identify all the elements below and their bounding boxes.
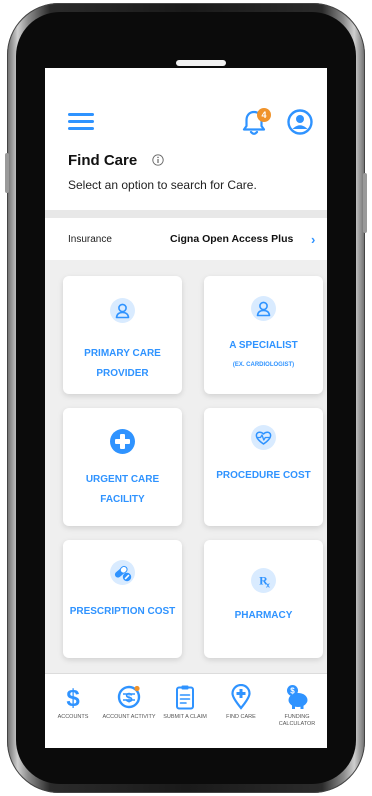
prescription-cost-tile[interactable]: PRESCRIPTION COST	[63, 540, 182, 658]
piggy-bank-icon: $	[287, 685, 308, 709]
pharmacy-tile[interactable]: R x PHARMACY	[204, 540, 323, 658]
heart-monitor-icon	[251, 425, 276, 450]
nav-submit-claim[interactable]: SUBMIT A CLAIM	[157, 674, 213, 748]
bottom-navigation: $ ACCOUNTS $ ACCOUNT ACTIVITY SUBMIT A C…	[45, 673, 327, 748]
insurance-plan-name: Cigna Open Access Plus	[170, 233, 294, 245]
profile-icon[interactable]	[287, 109, 313, 135]
phone-speaker	[176, 60, 226, 66]
nav-label: ACCOUNTS	[57, 714, 89, 720]
svg-text:$: $	[290, 687, 295, 696]
specialist-tile[interactable]: A SPECIALIST (EX. CARDIOLOGIST)	[204, 276, 323, 394]
page-title: Find Care	[68, 152, 138, 169]
location-pin-icon	[231, 684, 251, 710]
section-divider	[45, 210, 327, 218]
tile-label: PRIMARY CARE PROVIDER	[84, 348, 161, 379]
urgent-care-facility-tile[interactable]: URGENT CARE FACILITY	[63, 408, 182, 526]
tile-label: PROCEDURE COST	[216, 470, 311, 481]
primary-care-provider-tile[interactable]: PRIMARY CARE PROVIDER	[63, 276, 182, 394]
nav-label: FUNDING CALCULATOR	[278, 714, 316, 727]
clipboard-icon	[176, 685, 194, 710]
specialist-icon	[251, 296, 276, 321]
svg-text:$: $	[66, 685, 80, 710]
nav-find-care[interactable]: FIND CARE	[213, 674, 269, 748]
tile-label: PRESCRIPTION COST	[69, 606, 176, 617]
chevron-right-icon: ›	[311, 232, 316, 247]
doctor-icon	[110, 298, 135, 323]
phone-side-button	[363, 173, 367, 233]
medical-cross-icon	[110, 429, 135, 454]
hamburger-menu-icon[interactable]	[68, 113, 94, 130]
tile-label: A SPECIALIST	[229, 340, 298, 351]
svg-text:x: x	[266, 583, 270, 590]
tile-label: URGENT CARE FACILITY	[85, 474, 160, 505]
nav-account-activity[interactable]: $ ACCOUNT ACTIVITY	[101, 674, 157, 748]
insurance-label: Insurance	[68, 234, 112, 245]
tile-sublabel: (EX. CARDIOLOGIST)	[232, 362, 295, 368]
page-subtitle: Select an option to search for Care.	[68, 178, 257, 192]
app-screen: 4 Find Care Select an option to search f…	[45, 68, 327, 748]
notification-badge: 4	[257, 108, 271, 122]
nav-accounts[interactable]: $ ACCOUNTS	[45, 674, 101, 748]
nav-label: SUBMIT A CLAIM	[163, 714, 207, 720]
rx-icon: R x	[251, 568, 276, 593]
nav-funding-calculator[interactable]: $ FUNDING CALCULATOR	[269, 674, 325, 748]
pills-icon	[110, 560, 135, 585]
dollar-icon: $	[66, 685, 80, 710]
insurance-selector[interactable]: Insurance Cigna Open Access Plus ›	[45, 218, 327, 260]
account-activity-icon: $	[117, 685, 141, 709]
info-icon[interactable]	[152, 154, 164, 166]
nav-label: FIND CARE	[226, 714, 256, 720]
nav-label: ACCOUNT ACTIVITY	[102, 714, 156, 720]
procedure-cost-tile[interactable]: PROCEDURE COST	[204, 408, 323, 526]
tile-label: PHARMACY	[234, 610, 293, 621]
header: 4 Find Care Select an option to search f…	[45, 68, 327, 210]
phone-side-button	[5, 153, 9, 193]
svg-text:$: $	[125, 690, 133, 705]
